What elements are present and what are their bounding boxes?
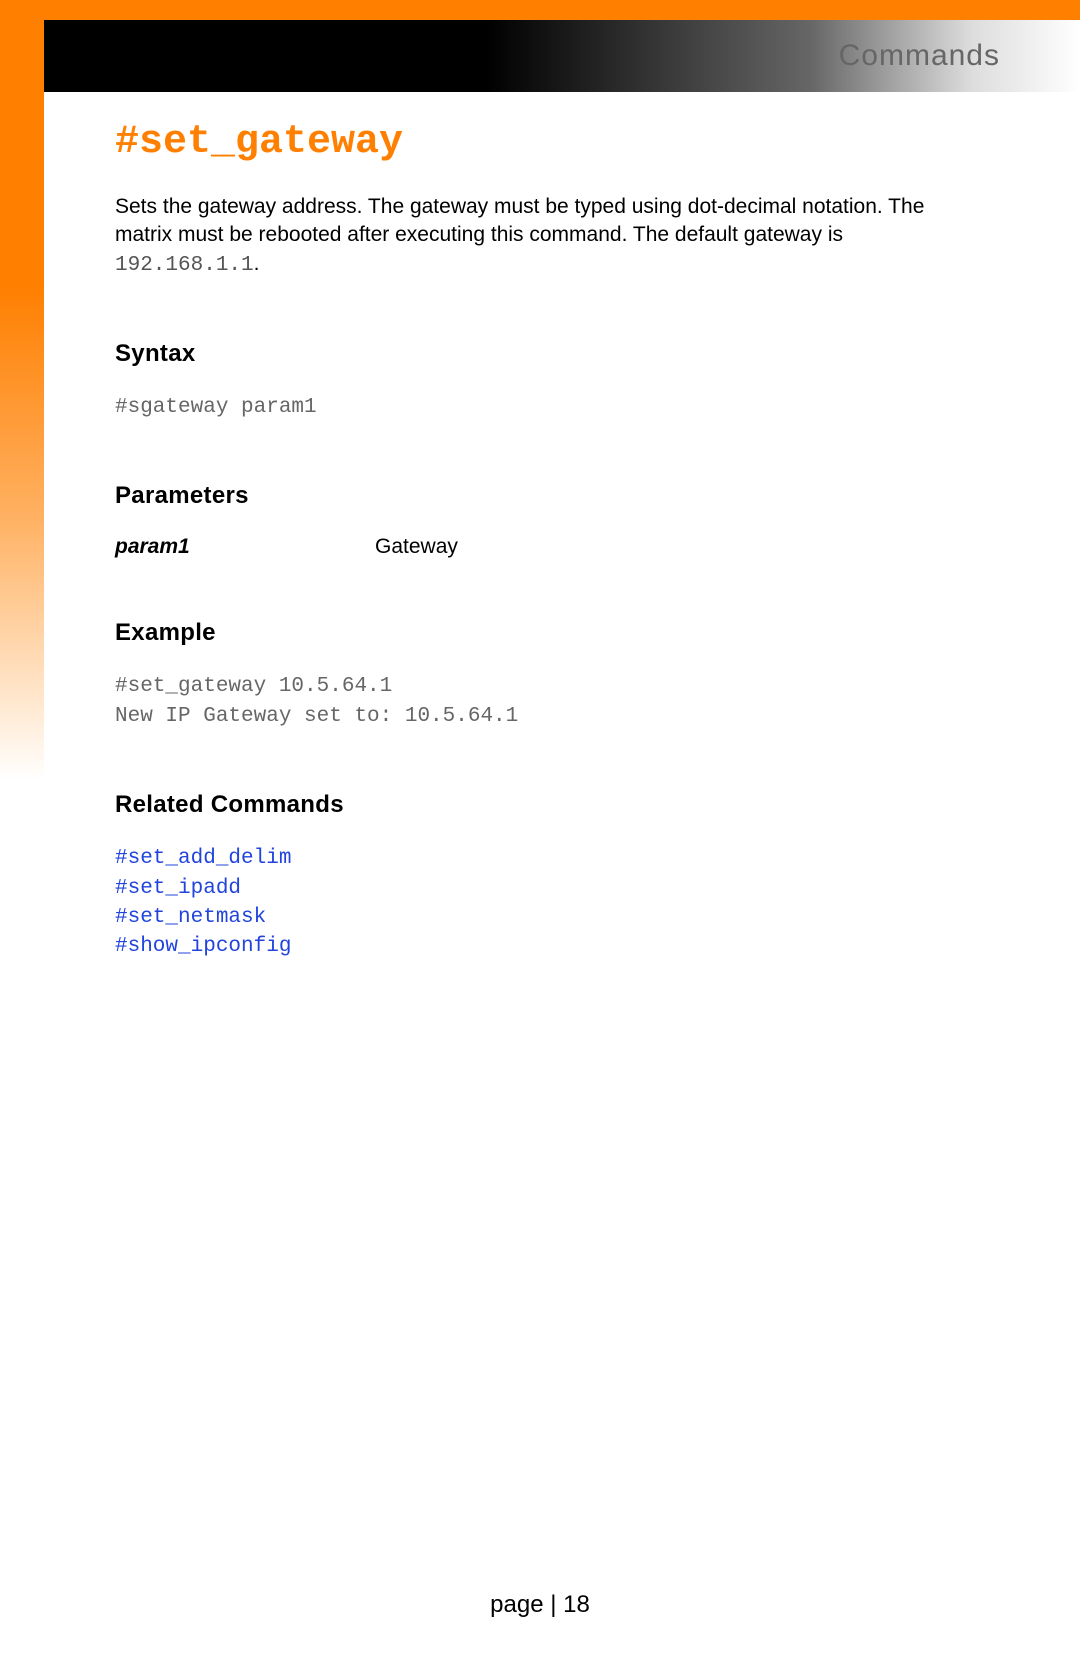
- description-suffix: .: [254, 252, 260, 275]
- header-bar: Commands: [0, 20, 1080, 92]
- related-link[interactable]: #set_netmask: [115, 903, 935, 932]
- parameter-description: Gateway: [375, 535, 458, 559]
- page-number: 18: [563, 1591, 590, 1618]
- example-heading: Example: [115, 619, 935, 647]
- command-title: #set_gateway: [115, 120, 935, 165]
- related-link[interactable]: #set_add_delim: [115, 844, 935, 873]
- page-content: #set_gateway Sets the gateway address. T…: [115, 120, 935, 962]
- description-text: Sets the gateway address. The gateway mu…: [115, 195, 924, 246]
- related-link[interactable]: #show_ipconfig: [115, 932, 935, 961]
- syntax-heading: Syntax: [115, 340, 935, 368]
- left-sidebar: Advanced Operation: [0, 20, 44, 780]
- header-title: Commands: [839, 39, 1000, 73]
- top-accent-strip: [0, 0, 1080, 20]
- related-commands-heading: Related Commands: [115, 791, 935, 819]
- related-commands-list: #set_add_delim #set_ipadd #set_netmask #…: [115, 844, 935, 962]
- parameters-heading: Parameters: [115, 482, 935, 510]
- parameter-name: param1: [115, 535, 375, 559]
- page-footer: page | 18: [0, 1591, 1080, 1619]
- page-label: page |: [490, 1591, 563, 1618]
- syntax-text: #sgateway param1: [115, 393, 935, 422]
- parameter-row: param1 Gateway: [115, 535, 935, 559]
- default-gateway-value: 192.168.1.1: [115, 254, 254, 277]
- command-description: Sets the gateway address. The gateway mu…: [115, 193, 935, 280]
- example-text: #set_gateway 10.5.64.1 New IP Gateway se…: [115, 672, 935, 731]
- related-link[interactable]: #set_ipadd: [115, 874, 935, 903]
